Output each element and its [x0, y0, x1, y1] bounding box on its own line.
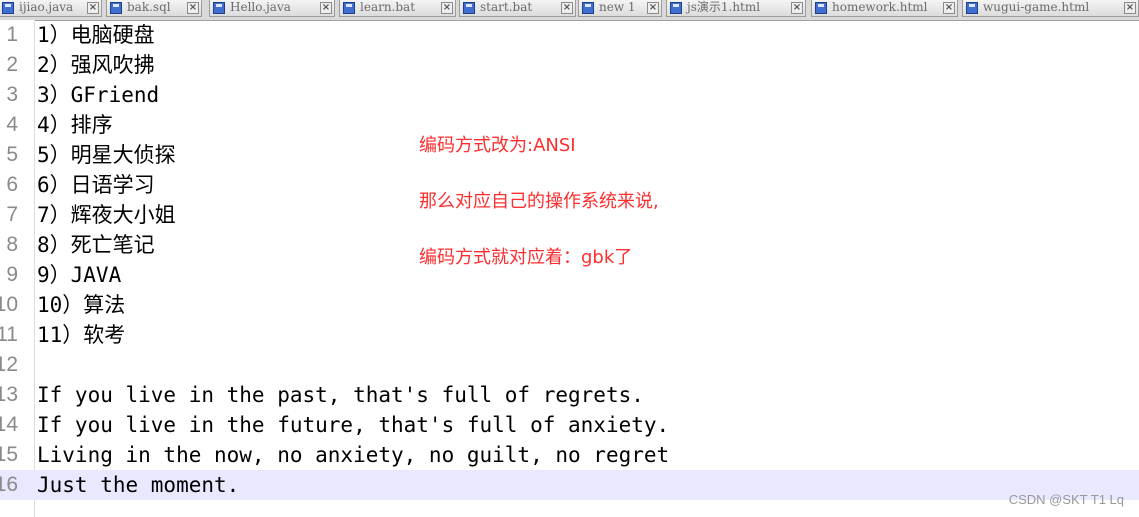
line-number: 11 — [0, 323, 18, 346]
tab-label: js演示1.html — [687, 0, 761, 14]
line-text[interactable]: 9）JAVA — [37, 260, 121, 290]
editor-line[interactable]: 12 — [0, 350, 1139, 380]
close-icon[interactable]: × — [561, 2, 573, 14]
line-number: 2 — [6, 53, 18, 76]
line-text[interactable]: If you live in the past, that's full of … — [37, 380, 644, 410]
line-number: 12 — [0, 353, 18, 376]
line-text[interactable]: 11）软考 — [37, 320, 125, 350]
tab-label: ijiao.java — [19, 0, 74, 14]
tab-item[interactable]: wugui-game.html × — [962, 0, 1139, 17]
close-icon[interactable]: × — [791, 2, 803, 14]
tab-item[interactable]: bak.sql × — [106, 0, 202, 17]
editor-line[interactable]: 1 1）电脑硬盘 — [0, 20, 1139, 50]
editor-line[interactable]: 13 If you live in the past, that's full o… — [0, 380, 1139, 410]
line-text[interactable]: Just the moment. — [37, 470, 239, 500]
line-text[interactable]: 6）日语学习 — [37, 170, 155, 200]
floppy-save-icon — [2, 2, 14, 14]
tab-item[interactable]: Hello.java × — [209, 0, 335, 17]
tab-item[interactable]: js演示1.html × — [666, 0, 806, 17]
line-text[interactable]: 2）强风吹拂 — [37, 50, 155, 80]
current-line[interactable]: 16 Just the moment. — [0, 470, 1139, 500]
tab-item[interactable]: start.bat × — [459, 0, 576, 17]
line-text[interactable]: If you live in the future, that's full o… — [37, 410, 669, 440]
tab-label: bak.sql — [127, 0, 171, 14]
editor-line[interactable]: 2 2）强风吹拂 — [0, 50, 1139, 80]
floppy-save-icon — [966, 2, 978, 14]
floppy-save-icon — [343, 2, 355, 14]
tab-label: start.bat — [480, 0, 533, 14]
line-number: 14 — [0, 413, 18, 436]
line-number: 7 — [6, 203, 18, 226]
tab-label: new 1 — [599, 0, 636, 14]
tab-item[interactable]: new 1 × — [578, 0, 662, 17]
close-icon[interactable]: × — [1124, 2, 1136, 14]
floppy-save-icon — [110, 2, 122, 14]
line-number: 15 — [0, 443, 18, 466]
annotation-line-1: 编码方式改为:ANSI — [419, 135, 576, 156]
close-icon[interactable]: × — [441, 2, 453, 14]
floppy-save-icon — [463, 2, 475, 14]
editor-line[interactable]: 14 If you live in the future, that's full… — [0, 410, 1139, 440]
line-number: 4 — [6, 113, 18, 136]
line-number: 6 — [6, 173, 18, 196]
line-text[interactable]: 8）死亡笔记 — [37, 230, 155, 260]
tab-label: homework.html — [832, 0, 928, 14]
line-text[interactable]: 10）算法 — [37, 290, 125, 320]
annotation-line-3: 编码方式就对应着：gbk了 — [419, 247, 633, 268]
close-icon[interactable]: × — [87, 2, 99, 14]
floppy-save-icon — [582, 2, 594, 14]
floppy-save-icon — [670, 2, 682, 14]
tab-item[interactable]: learn.bat × — [339, 0, 456, 17]
line-number: 9 — [6, 263, 18, 286]
floppy-save-icon — [815, 2, 827, 14]
floppy-save-icon — [213, 2, 225, 14]
editor-line[interactable]: 3 3）GFriend — [0, 80, 1139, 110]
line-text[interactable]: 7）辉夜大小姐 — [37, 200, 176, 230]
tab-item[interactable]: ijiao.java × — [0, 0, 102, 17]
line-number: 3 — [6, 83, 18, 106]
line-text[interactable]: 3）GFriend — [37, 80, 159, 110]
watermark: CSDN @SKT T1 Lq — [1008, 492, 1124, 507]
line-text[interactable]: 5）明星大侦探 — [37, 140, 176, 170]
line-text[interactable]: 1）电脑硬盘 — [37, 20, 155, 50]
line-number: 10 — [0, 293, 18, 316]
line-number: 13 — [0, 383, 18, 406]
tab-label: learn.bat — [360, 0, 416, 14]
tab-bar: ijiao.java × bak.sql × Hello.java × learn.bat ×… — [0, 0, 1139, 21]
line-number: 8 — [6, 233, 18, 256]
close-icon[interactable]: × — [943, 2, 955, 14]
line-number: 16 — [0, 473, 18, 496]
editor-line[interactable]: 11 11）软考 — [0, 320, 1139, 350]
editor-line[interactable]: 15 Living in the now, no anxiety, no guil… — [0, 440, 1139, 470]
line-text[interactable]: 4）排序 — [37, 110, 113, 140]
line-text[interactable]: Living in the now, no anxiety, no guilt,… — [37, 440, 669, 470]
annotation-line-2: 那么对应自己的操作系统来说, — [419, 191, 659, 212]
line-number: 5 — [6, 143, 18, 166]
close-icon[interactable]: × — [647, 2, 659, 14]
tab-item[interactable]: homework.html × — [811, 0, 958, 17]
close-icon[interactable]: × — [187, 2, 199, 14]
close-icon[interactable]: × — [320, 2, 332, 14]
tab-label: Hello.java — [230, 0, 291, 14]
line-number: 1 — [6, 23, 18, 46]
tab-label: wugui-game.html — [983, 0, 1090, 14]
editor-line[interactable]: 10 10）算法 — [0, 290, 1139, 320]
